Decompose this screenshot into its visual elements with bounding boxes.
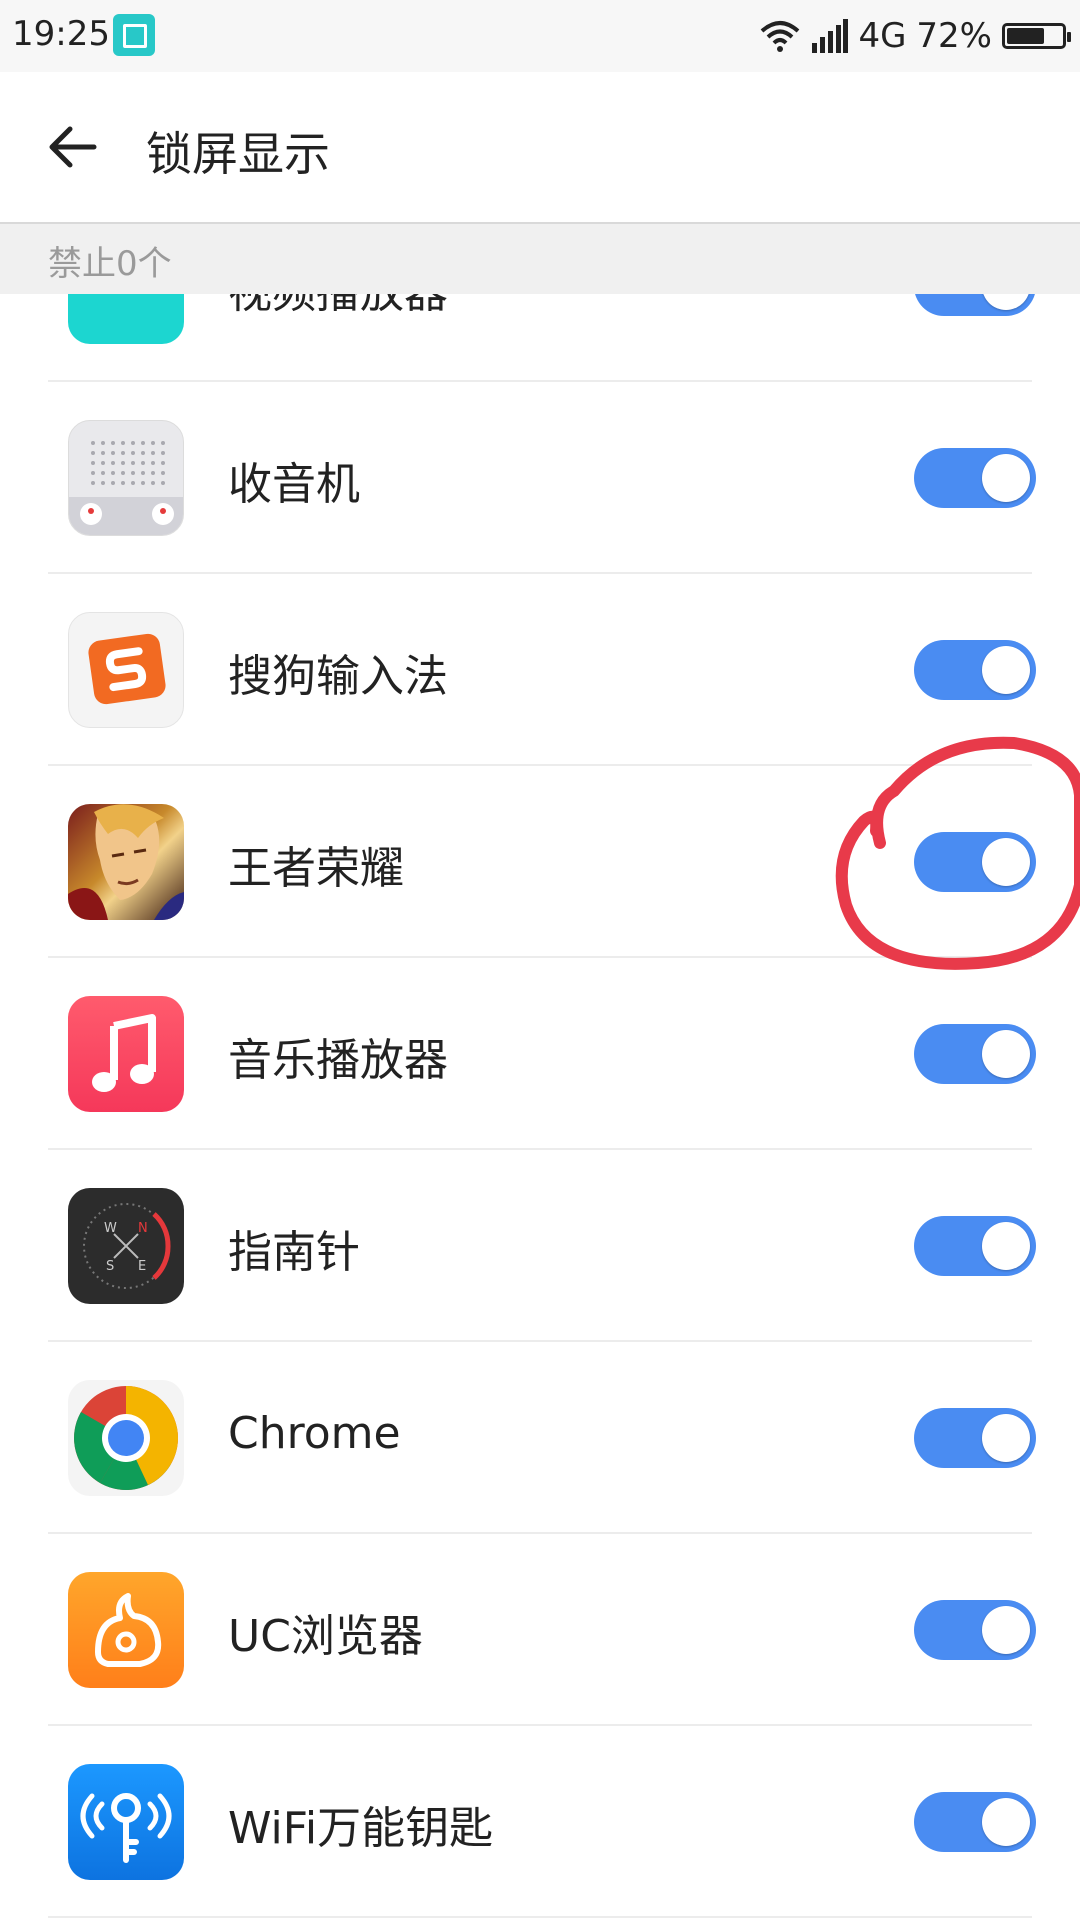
- list-item-chrome: Chrome: [0, 1342, 1080, 1534]
- section-label: 禁止0个: [48, 244, 172, 284]
- toggle-knob: [982, 838, 1030, 886]
- music-icon: [68, 996, 184, 1112]
- list-item-music: 音乐播放器: [0, 958, 1080, 1150]
- list-item-compass: W N S E 指南针: [0, 1150, 1080, 1342]
- svg-text:W: W: [104, 1221, 117, 1236]
- battery-percent: 72%: [916, 16, 992, 56]
- section-header: 禁止0个: [0, 222, 1080, 294]
- toggle-knob: [982, 1606, 1030, 1654]
- lockscreen-toggle-honor-of-kings[interactable]: [914, 832, 1036, 892]
- back-arrow-icon: [49, 126, 97, 168]
- lockscreen-toggle-uc-browser[interactable]: [914, 1600, 1036, 1660]
- list-item-wifi-key: WiFi万能钥匙: [0, 1726, 1080, 1918]
- battery-level: [1007, 28, 1044, 44]
- screenshot-icon: [113, 14, 155, 56]
- app-name: 音乐播放器: [228, 1035, 448, 1086]
- toggle-knob: [982, 1030, 1030, 1078]
- list-item-uc-browser: UC浏览器: [0, 1534, 1080, 1726]
- lockscreen-toggle-compass[interactable]: [914, 1216, 1036, 1276]
- app-name: UC浏览器: [228, 1611, 423, 1662]
- chrome-icon: [68, 1380, 184, 1496]
- network-type: 4G: [858, 16, 907, 56]
- svg-text:E: E: [138, 1259, 146, 1274]
- honor-of-kings-icon: [68, 804, 184, 920]
- toggle-knob: [982, 454, 1030, 502]
- battery-icon: [1002, 23, 1071, 49]
- toggle-knob: [982, 1798, 1030, 1846]
- list-item-honor-of-kings: 王者荣耀: [0, 766, 1080, 958]
- svg-text:N: N: [138, 1221, 148, 1236]
- uc-browser-icon: [68, 1572, 184, 1688]
- lockscreen-toggle-radio[interactable]: [914, 448, 1036, 508]
- status-icons: 4G 72%: [760, 14, 1071, 58]
- squirrel-icon: [95, 1593, 162, 1667]
- app-name: 指南针: [228, 1227, 360, 1278]
- toggle-knob: [982, 646, 1030, 694]
- sogou-icon: [68, 612, 184, 728]
- page-title: 锁屏显示: [146, 127, 330, 181]
- signal-icon: [812, 19, 849, 53]
- divider: [48, 1916, 1032, 1918]
- app-name: 收音机: [228, 459, 360, 510]
- app-list[interactable]: 视频播放器 收音机: [0, 294, 1080, 1920]
- header: 锁屏显示: [0, 72, 1080, 222]
- radio-icon: [68, 420, 184, 536]
- lockscreen-toggle-wifi-key[interactable]: [914, 1792, 1036, 1852]
- wifi-key-icon: [68, 1764, 184, 1880]
- toggle-knob: [982, 294, 1030, 310]
- lockscreen-toggle-music[interactable]: [914, 1024, 1036, 1084]
- svg-text:S: S: [106, 1259, 114, 1274]
- toggle-knob: [982, 1414, 1030, 1462]
- video-player-icon: [68, 294, 184, 344]
- music-note-icon: [92, 1014, 156, 1092]
- app-name: 搜狗输入法: [228, 651, 448, 702]
- compass-icon: W N S E: [68, 1188, 184, 1304]
- compass-icon-graphic: W N S E: [83, 1203, 171, 1289]
- radio-icon-graphic: [69, 441, 183, 535]
- app-name: 王者荣耀: [228, 843, 404, 894]
- honor-of-kings-icon-graphic: [68, 804, 184, 920]
- chrome-icon-graphic: [74, 1386, 178, 1490]
- app-name: 视频播放器: [228, 294, 448, 320]
- back-button[interactable]: [42, 117, 102, 177]
- wifi-icon: [761, 21, 800, 52]
- status-time: 19:25: [12, 14, 110, 54]
- list-item-video-player: 视频播放器: [0, 294, 1080, 382]
- app-name: WiFi万能钥匙: [228, 1803, 494, 1854]
- wifi-key-icon-graphic: [80, 1793, 172, 1863]
- lockscreen-toggle-sogou[interactable]: [914, 640, 1036, 700]
- list-item-radio: 收音机: [0, 382, 1080, 574]
- sogou-icon-graphic: [88, 633, 166, 705]
- status-bar: 19:25 4G 72%: [0, 0, 1080, 72]
- lockscreen-toggle-chrome[interactable]: [914, 1408, 1036, 1468]
- app-name: Chrome: [228, 1408, 401, 1459]
- lockscreen-toggle-video-player[interactable]: [914, 294, 1036, 316]
- list-item-sogou: 搜狗输入法: [0, 574, 1080, 766]
- toggle-knob: [982, 1222, 1030, 1270]
